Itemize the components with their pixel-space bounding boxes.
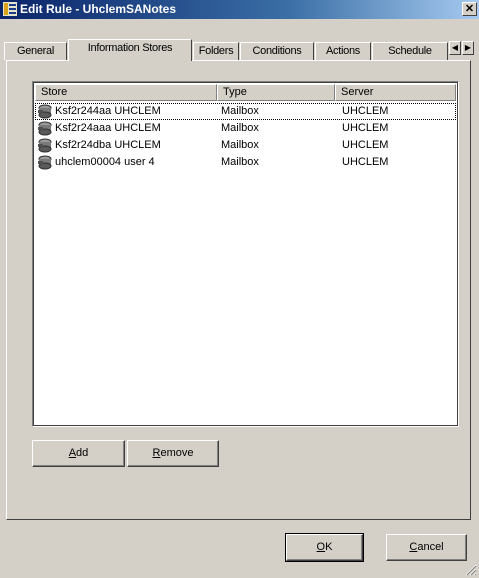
column-header-server[interactable]: Server <box>335 84 456 101</box>
store-name: uhclem00004 user 4 <box>55 156 155 168</box>
tab-scroll-right-button[interactable]: ▶ <box>462 41 474 55</box>
tab-scroll-left-button[interactable]: ◀ <box>449 41 461 55</box>
tab-strip: General Information Stores Folders Condi… <box>4 39 475 61</box>
stores-list[interactable]: Store Type Server Ksf2r244aa UHCLEM Mail… <box>32 81 459 427</box>
store-type: Mailbox <box>221 105 259 117</box>
cancel-button[interactable]: Cancel <box>386 534 467 561</box>
cancel-button-label: Cancel <box>409 541 444 553</box>
title-bar[interactable]: Edit Rule - UhclemSANotes ✕ <box>0 0 479 19</box>
rule-app-icon <box>3 2 17 16</box>
mailbox-store-icon <box>38 121 52 136</box>
list-header: Store Type Server <box>35 84 456 101</box>
store-name: Ksf2r24aaa UHCLEM <box>55 122 161 134</box>
ok-button-label: OK <box>316 541 333 553</box>
column-header-store[interactable]: Store <box>35 84 217 101</box>
table-row[interactable]: Ksf2r24dba UHCLEM Mailbox UHCLEM <box>35 137 456 154</box>
tab-general[interactable]: General <box>4 42 67 60</box>
store-type: Mailbox <box>221 139 259 151</box>
mailbox-store-icon <box>38 104 52 119</box>
tab-information-stores[interactable]: Information Stores <box>68 39 192 61</box>
close-button[interactable]: ✕ <box>462 2 477 16</box>
remove-button[interactable]: Remove <box>127 440 219 467</box>
table-row[interactable]: uhclem00004 user 4 Mailbox UHCLEM <box>35 154 456 171</box>
tab-folders[interactable]: Folders <box>193 42 239 60</box>
table-row[interactable]: Ksf2r24aaa UHCLEM Mailbox UHCLEM <box>35 120 456 137</box>
tab-schedule[interactable]: Schedule <box>372 42 448 60</box>
store-type: Mailbox <box>221 156 259 168</box>
mailbox-store-icon <box>38 155 52 170</box>
column-header-type[interactable]: Type <box>217 84 335 101</box>
mailbox-store-icon <box>38 138 52 153</box>
store-server: UHCLEM <box>342 122 389 134</box>
edit-rule-dialog: Edit Rule - UhclemSANotes ✕ General Info… <box>0 0 479 578</box>
tab-actions[interactable]: Actions <box>315 42 371 60</box>
arrow-left-icon: ◀ <box>451 43 459 52</box>
resize-grip-icon[interactable] <box>465 564 477 576</box>
store-server: UHCLEM <box>342 105 389 117</box>
store-name: Ksf2r244aa UHCLEM <box>55 105 161 117</box>
store-server: UHCLEM <box>342 139 389 151</box>
close-icon: ✕ <box>464 3 475 15</box>
ok-button[interactable]: OK <box>285 533 364 562</box>
store-server: UHCLEM <box>342 156 389 168</box>
store-type: Mailbox <box>221 122 259 134</box>
remove-button-label: Remove <box>152 447 194 459</box>
add-button[interactable]: Add <box>32 440 125 467</box>
add-button-label: Add <box>68 447 89 459</box>
arrow-right-icon: ▶ <box>464 43 472 52</box>
table-row[interactable]: Ksf2r244aa UHCLEM Mailbox UHCLEM <box>35 103 456 120</box>
window-title: Edit Rule - UhclemSANotes <box>20 2 177 16</box>
store-name: Ksf2r24dba UHCLEM <box>55 139 161 151</box>
tab-conditions[interactable]: Conditions <box>240 42 314 60</box>
